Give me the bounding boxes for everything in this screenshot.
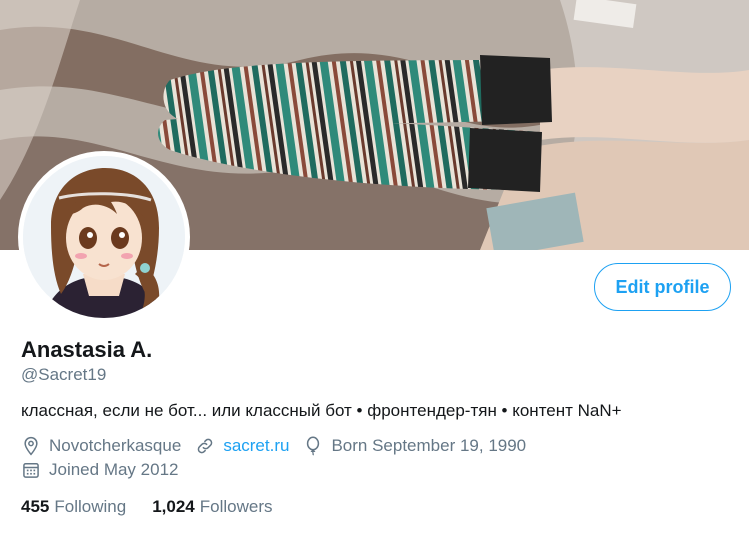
avatar[interactable]: [18, 151, 190, 323]
calendar-icon: [23, 463, 39, 478]
location-icon: [24, 436, 38, 456]
website-item[interactable]: sacret.ru: [195, 436, 289, 456]
profile-meta-joined: Joined May 2012: [21, 460, 192, 480]
followers-label: Followers: [199, 497, 273, 516]
profile-name: Anastasia A.: [21, 337, 153, 362]
profile-bio: классная, если не бот... или классный бо…: [21, 401, 622, 420]
following-label: Following: [54, 497, 127, 516]
avatar-image: [23, 156, 185, 318]
following-count: 455: [21, 497, 50, 516]
edit-profile-button[interactable]: Edit profile: [594, 263, 731, 311]
profile-handle: @Sacret19: [21, 365, 107, 384]
follow-stats: 455 Following 1,024 Followers: [21, 497, 298, 517]
location-item: Novotcherkasque: [21, 436, 181, 456]
joined-text: Joined May 2012: [49, 460, 179, 479]
following-link[interactable]: 455 Following: [21, 497, 126, 517]
joined-item: Joined May 2012: [21, 460, 178, 480]
followers-count: 1,024: [152, 497, 195, 516]
link-icon: [198, 438, 213, 454]
birthday-item: Born September 19, 1990: [303, 436, 526, 456]
website-link[interactable]: sacret.ru: [223, 436, 289, 456]
followers-link[interactable]: 1,024 Followers: [152, 497, 272, 517]
balloon-icon: [307, 436, 320, 456]
birthday-text: Born September 19, 1990: [331, 436, 527, 455]
profile-meta: Novotcherkasque sacret.ru Born September…: [21, 436, 540, 456]
location-text: Novotcherkasque: [49, 436, 182, 455]
